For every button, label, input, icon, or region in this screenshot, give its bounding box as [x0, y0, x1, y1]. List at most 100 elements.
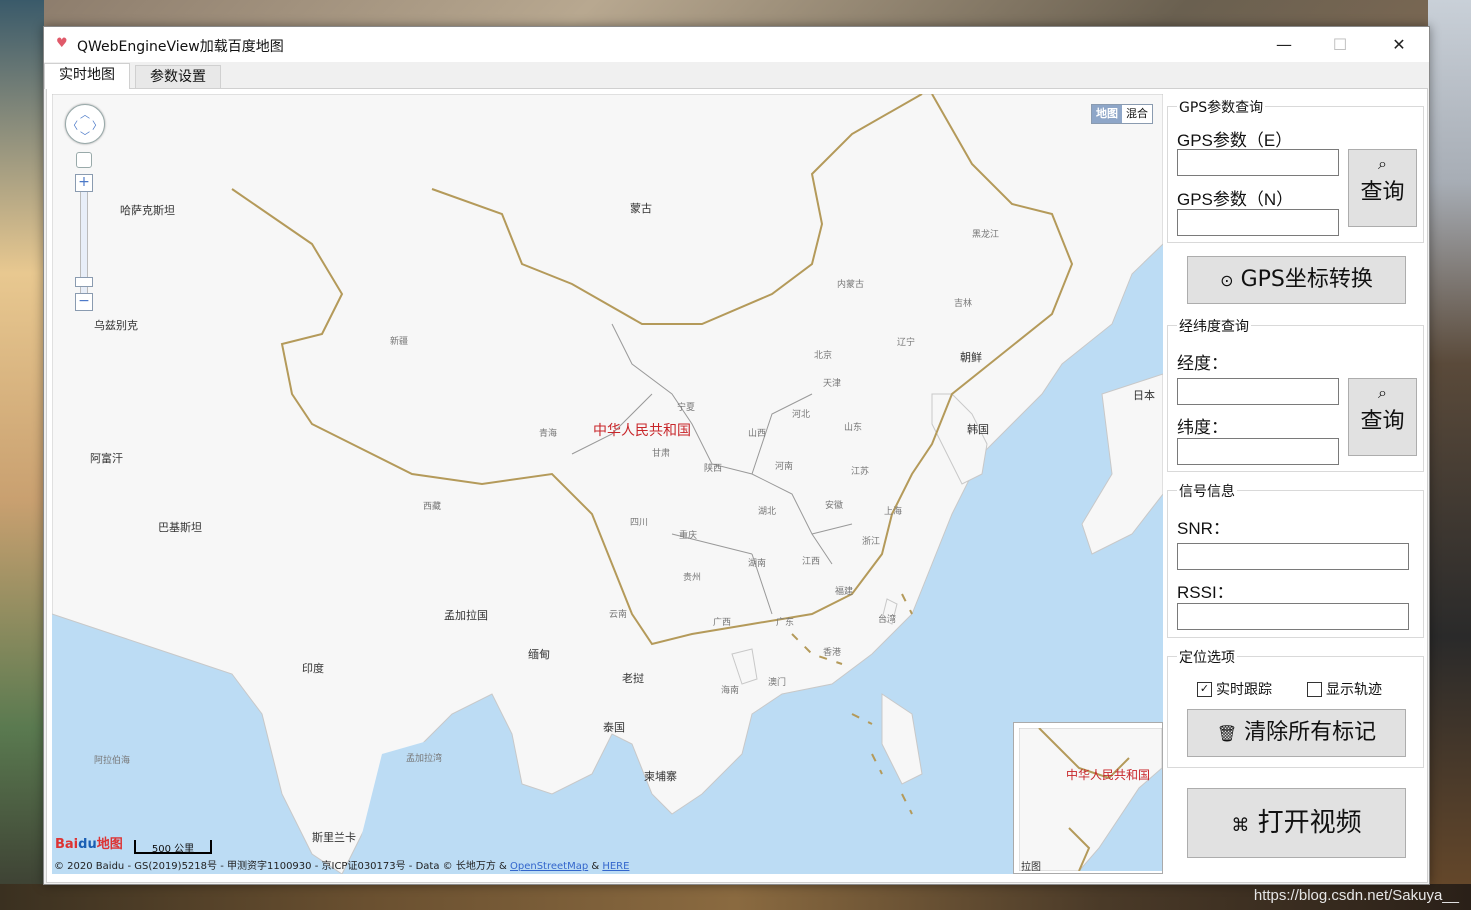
map-label-henan: 河南	[775, 462, 794, 472]
map-label-bangladesh: 孟加拉国	[444, 609, 488, 622]
zoom-slider-thumb[interactable]	[75, 277, 93, 287]
close-button[interactable]: ✕	[1376, 27, 1422, 62]
baidu-map[interactable]: 蒙古 哈萨克斯坦 乌兹别克 阿富汗 巴基斯坦 印度 孟加拉国 缅甸 老挝 泰国 …	[52, 94, 1163, 874]
clear-markers-button[interactable]: 🗑 清除所有标记	[1187, 709, 1406, 757]
map-label-hebei: 河北	[792, 410, 811, 420]
gps-n-input[interactable]	[1177, 209, 1339, 236]
map-label-north-korea: 朝鲜	[960, 351, 982, 364]
map-label-fujian: 福建	[835, 587, 854, 597]
map-label-srilanka: 斯里兰卡	[312, 831, 356, 844]
gps-query-title: GPS参数查询	[1177, 97, 1266, 117]
realtime-track-label: 实时跟踪	[1216, 682, 1272, 698]
map-label-beijing: 北京	[814, 351, 833, 361]
map-label-myanmar: 缅甸	[528, 648, 550, 661]
map-label-shanghai: 上海	[884, 507, 903, 517]
map-label-bay-of-bengal: 孟加拉湾	[406, 754, 443, 764]
here-link[interactable]: HERE	[602, 861, 629, 872]
map-label-neimenggu: 内蒙古	[837, 280, 865, 290]
trash-icon: 🗑	[1216, 724, 1238, 743]
map-type-hybrid-button[interactable]: 混合	[1122, 105, 1152, 123]
map-label-hubei: 湖北	[758, 507, 777, 517]
checkbox-checked-icon[interactable]: ✓	[1197, 681, 1212, 697]
signal-info-title: 信号信息	[1177, 481, 1237, 501]
show-trace-checkbox[interactable]: 显示轨迹	[1307, 679, 1382, 699]
snr-label: SNR：	[1177, 519, 1230, 538]
pan-down-icon[interactable]: ﹀	[80, 128, 90, 143]
title-bar[interactable]: ♥ QWebEngineView加载百度地图 — ☐ ✕	[44, 27, 1429, 62]
gps-query-button-label: 查询	[1360, 180, 1405, 205]
app-window: ♥ QWebEngineView加载百度地图 — ☐ ✕ 实时地图 参数设置 蒙…	[43, 26, 1430, 885]
map-label-guangxi: 广西	[713, 618, 732, 628]
map-type-switch: 地图 混合	[1091, 104, 1153, 124]
checkbox-unchecked-icon[interactable]	[1307, 681, 1322, 697]
map-label-shanxi: 山西	[748, 429, 767, 439]
map-label-arabian-sea: 阿拉伯海	[94, 756, 131, 766]
longitude-input[interactable]	[1177, 378, 1339, 405]
pan-control[interactable]: ︿ ﹀ 〈 〉	[65, 104, 105, 144]
tab-bar: 实时地图 参数设置	[44, 63, 1429, 89]
search-icon: ⌕	[1378, 154, 1387, 173]
latlng-query-button[interactable]: ⌕ 查询	[1348, 378, 1417, 456]
map-label-yunnan: 云南	[609, 610, 628, 620]
overview-pull-label: 拉图	[1021, 862, 1041, 871]
rssi-input[interactable]	[1177, 603, 1409, 630]
positioning-options-group: 定位选项 ✓ 实时跟踪 显示轨迹 🗑 清除所有标记	[1167, 647, 1424, 768]
desktop-wallpaper-left	[0, 0, 44, 910]
tab-realtime-map[interactable]: 实时地图	[44, 63, 130, 89]
gps-query-button[interactable]: ⌕ 查询	[1348, 149, 1417, 227]
positioning-options-title: 定位选项	[1177, 647, 1237, 667]
open-video-button[interactable]: ⌘ 打开视频	[1187, 788, 1406, 858]
map-label-gansu: 甘肃	[652, 449, 671, 459]
gps-e-input[interactable]	[1177, 149, 1339, 176]
map-label-pakistan: 巴基斯坦	[158, 521, 202, 534]
map-label-uzbekistan: 乌兹别克	[94, 319, 138, 332]
zoom-in-icon[interactable]: +	[75, 174, 93, 192]
pan-right-icon[interactable]: 〉	[92, 117, 102, 132]
tab-settings[interactable]: 参数设置	[135, 65, 221, 88]
overview-label-china: 中华人民共和国	[1066, 768, 1151, 782]
watermark: https://blog.csdn.net/Sakuya__	[1253, 887, 1459, 904]
minimize-button[interactable]: —	[1261, 27, 1307, 62]
map-label-guangdong: 广东	[776, 618, 795, 628]
map-label-hongkong: 香港	[823, 648, 842, 658]
desktop-wallpaper-bottom	[0, 884, 1471, 910]
map-label-chongqing: 重庆	[679, 531, 698, 541]
map-label-liaoning: 辽宁	[897, 338, 916, 348]
overview-map[interactable]: 中华人民共和国 拉图	[1013, 722, 1163, 874]
pan-left-icon[interactable]: 〈	[68, 117, 78, 132]
latlng-query-group: 经纬度查询 经度： 纬度： ⌕ 查询	[1167, 316, 1424, 472]
latlng-query-title: 经纬度查询	[1177, 316, 1251, 336]
desktop-wallpaper-right	[1428, 0, 1471, 910]
map-label-sichuan: 四川	[630, 518, 649, 528]
map-type-map-button[interactable]: 地图	[1092, 105, 1122, 123]
map-label-japan: 日本	[1133, 389, 1155, 402]
map-label-shaanxi: 陕西	[704, 464, 723, 474]
map-label-hunan: 湖南	[748, 559, 767, 569]
openstreetmap-link[interactable]: OpenStreetMap	[510, 861, 588, 872]
camera-icon: ⌘	[1231, 815, 1250, 836]
pan-up-icon[interactable]: ︿	[80, 106, 90, 121]
map-label-xizang: 西藏	[423, 502, 442, 512]
realtime-track-checkbox[interactable]: ✓ 实时跟踪	[1197, 679, 1272, 699]
location-pin-icon: ⊙	[1220, 271, 1234, 290]
clear-markers-button-label: 清除所有标记	[1244, 720, 1377, 745]
map-label-jiangsu: 江苏	[851, 467, 870, 477]
gps-query-group: GPS参数查询 GPS参数（E） GPS参数（N） ⌕ 查询	[1167, 97, 1424, 243]
map-label-heilongjiang: 黑龙江	[972, 230, 1000, 240]
rssi-label: RSSI：	[1177, 583, 1234, 602]
signal-info-group: 信号信息 SNR： RSSI：	[1167, 481, 1424, 638]
map-label-laos: 老挝	[622, 672, 644, 685]
latitude-input[interactable]	[1177, 438, 1339, 465]
map-label-macau: 澳门	[768, 678, 787, 688]
snr-input[interactable]	[1177, 543, 1409, 570]
zoom-slider-track[interactable]	[80, 186, 88, 306]
map-label-india: 印度	[302, 662, 324, 675]
zoom-out-icon[interactable]: −	[75, 293, 93, 311]
gps-convert-button-label: GPS坐标转换	[1240, 267, 1373, 292]
locate-icon[interactable]	[76, 152, 92, 168]
tab-panel: 蒙古 哈萨克斯坦 乌兹别克 阿富汗 巴基斯坦 印度 孟加拉国 缅甸 老挝 泰国 …	[46, 88, 1428, 883]
map-land	[52, 94, 1163, 874]
maximize-button[interactable]: ☐	[1317, 27, 1363, 62]
show-trace-label: 显示轨迹	[1326, 682, 1382, 698]
gps-convert-button[interactable]: ⊙ GPS坐标转换	[1187, 256, 1406, 304]
